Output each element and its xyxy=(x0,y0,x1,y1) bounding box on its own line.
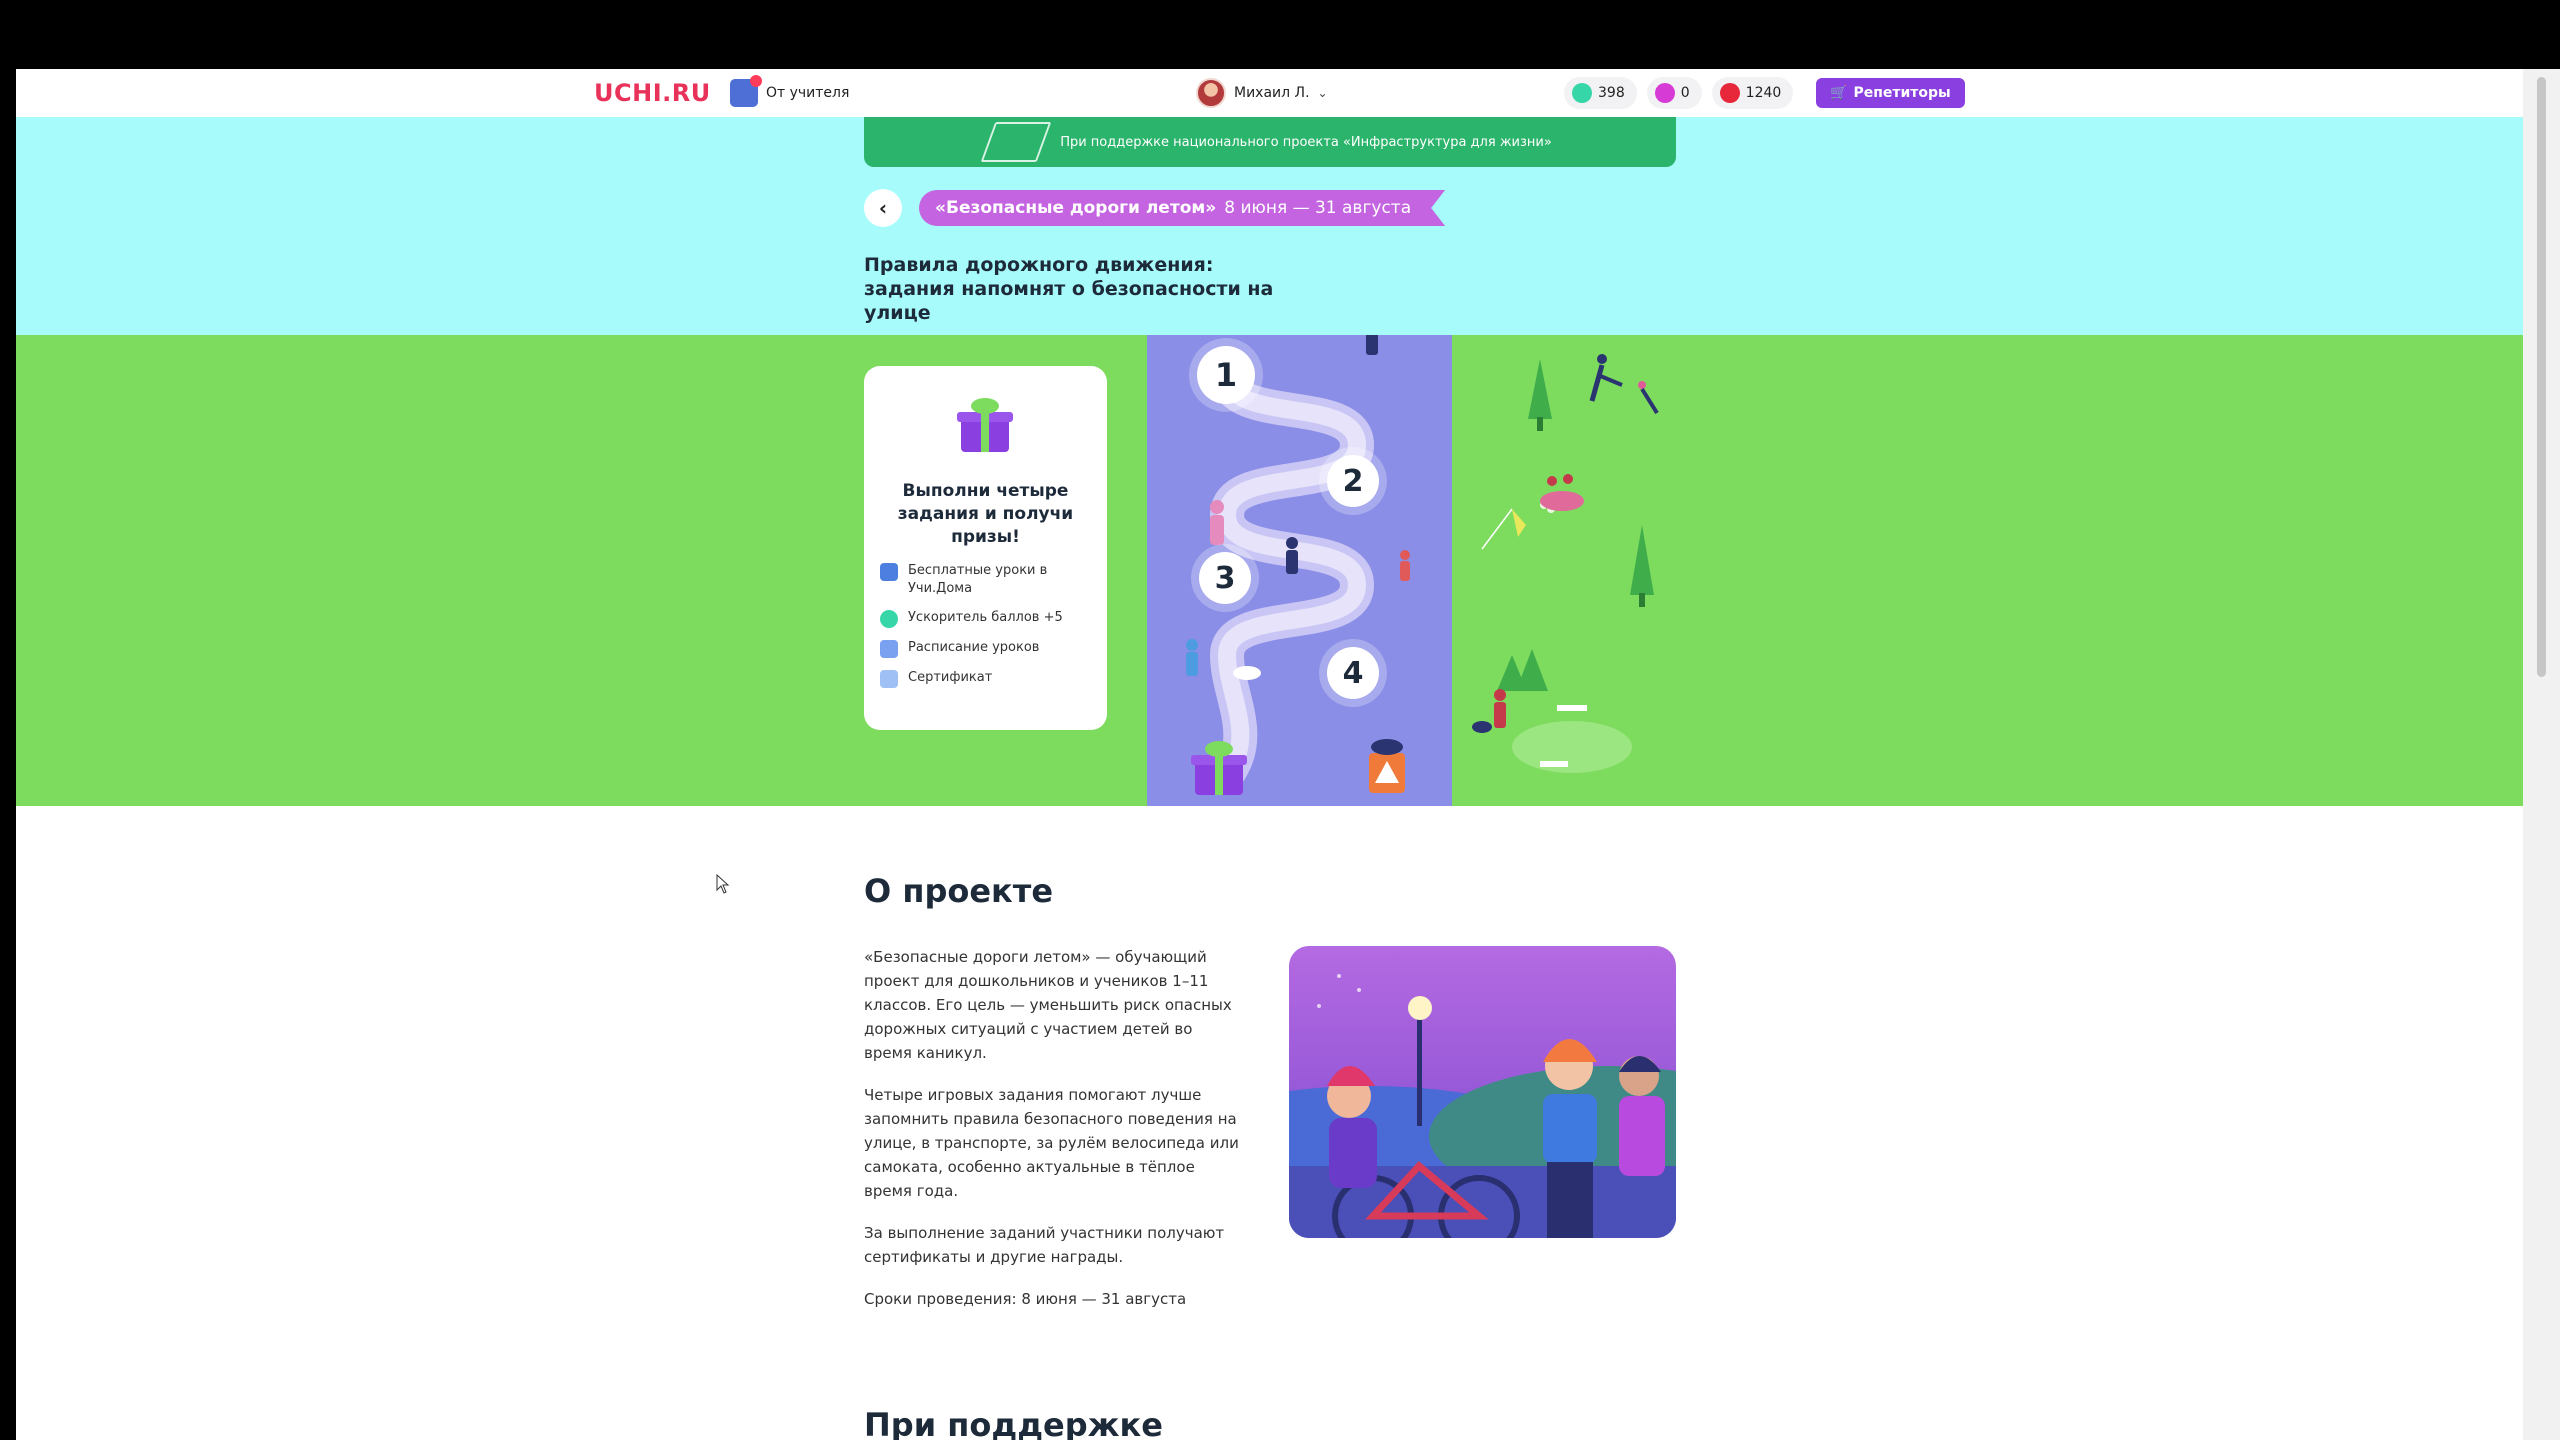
stat-green[interactable]: 398 xyxy=(1564,77,1637,109)
chevron-down-icon: ⌄ xyxy=(1317,86,1328,100)
kids-with-bike-illustration xyxy=(1289,974,1676,1238)
hero-title: Правила дорожного движения: задания напо… xyxy=(864,254,1274,324)
ribbon-dates: 8 июня — 31 августа xyxy=(1224,198,1412,218)
support-banner-text: При поддержке национального проекта «Инф… xyxy=(1060,134,1552,150)
schedule-icon xyxy=(880,640,898,658)
step-3[interactable]: 3 xyxy=(1199,552,1251,604)
about-illustration xyxy=(1289,946,1676,1238)
prize-label: Сертификат xyxy=(908,670,993,685)
prize-label: Ускоритель баллов +5 xyxy=(908,610,1063,625)
support-section-title: При поддержке xyxy=(864,1406,1163,1440)
tutors-button[interactable]: 🛒 Репетиторы xyxy=(1816,78,1965,108)
park-scene xyxy=(1472,354,1659,773)
booster-icon xyxy=(880,610,898,628)
step-4[interactable]: 4 xyxy=(1327,647,1379,699)
stat-value: 0 xyxy=(1680,85,1690,101)
step-number: 1 xyxy=(1214,356,1238,394)
stats-bar: 398 0 1240 xyxy=(1564,77,1794,109)
about-paragraph: «Безопасные дороги летом» — обучающий пр… xyxy=(864,948,1232,1062)
chevron-left-icon: ‹ xyxy=(878,196,888,220)
about-text: «Безопасные дороги летом» — обучающий пр… xyxy=(864,945,1244,1329)
about-paragraph: Сроки проведения: 8 июня — 31 августа xyxy=(864,1290,1187,1308)
prize-item: Ускоритель баллов +5 xyxy=(880,609,1095,628)
step-2[interactable]: 2 xyxy=(1327,455,1379,507)
tutors-button-label: Репетиторы xyxy=(1853,85,1951,101)
about-title: О проекте xyxy=(864,872,1054,910)
prize-list: Бесплатные уроки в Учи.Дома Ускоритель б… xyxy=(880,562,1095,699)
user-menu[interactable]: Михаил Л. ⌄ xyxy=(1196,78,1328,108)
gift-icon xyxy=(957,396,1013,452)
prize-card-title: Выполни четыре задания и получи призы! xyxy=(897,481,1074,547)
prize-label: Бесплатные уроки в Учи.Дома xyxy=(908,563,1048,596)
prize-item: Сертификат xyxy=(880,669,1095,688)
road-map: 1 2 3 4 xyxy=(1147,335,1452,806)
teacher-link-label: От учителя xyxy=(766,85,850,101)
uchi-logo[interactable]: UCHI.RU xyxy=(594,79,711,107)
final-gift-icon[interactable] xyxy=(1191,739,1247,795)
top-header: UCHI.RU От учителя Михаил Л. ⌄ 398 0 124… xyxy=(16,69,2523,117)
mouse-cursor-icon xyxy=(716,874,730,894)
step-number: 3 xyxy=(1214,560,1236,596)
ribbon-title: «Безопасные дороги летом» xyxy=(935,198,1217,218)
step-number: 4 xyxy=(1342,655,1364,691)
lessons-icon xyxy=(880,563,898,581)
stat-pink[interactable]: 0 xyxy=(1646,77,1702,109)
teacher-link[interactable]: От учителя xyxy=(730,75,850,108)
about-paragraph: Четыре игровых задания помогают лучше за… xyxy=(864,1086,1239,1200)
certificate-icon xyxy=(880,670,898,688)
prize-card: Выполни четыре задания и получи призы! Б… xyxy=(864,366,1107,730)
project-ribbon: «Безопасные дороги летом» 8 июня — 31 ав… xyxy=(919,190,1445,226)
user-name: Михаил Л. xyxy=(1234,85,1310,101)
stat-value: 398 xyxy=(1598,85,1625,101)
step-number: 2 xyxy=(1342,463,1364,499)
flag-icon xyxy=(980,122,1052,162)
avatar xyxy=(1196,78,1226,108)
prize-label: Расписание уроков xyxy=(908,640,1040,655)
prize-item: Бесплатные уроки в Учи.Дома xyxy=(880,562,1095,598)
page-scrollbar[interactable] xyxy=(2523,69,2560,1440)
crystal-pink-icon xyxy=(1654,83,1675,103)
scrollbar-thumb[interactable] xyxy=(2537,77,2546,677)
crystal-red-icon xyxy=(1719,83,1740,103)
step-1[interactable]: 1 xyxy=(1197,346,1255,404)
stat-red[interactable]: 1240 xyxy=(1711,77,1794,109)
prize-item: Расписание уроков xyxy=(880,639,1095,658)
browser-viewport: UCHI.RU От учителя Михаил Л. ⌄ 398 0 124… xyxy=(16,69,2523,1440)
support-banner[interactable]: При поддержке национального проекта «Инф… xyxy=(864,117,1676,167)
teacher-notification-icon xyxy=(730,75,762,107)
stat-value: 1240 xyxy=(1745,85,1782,101)
crystal-green-icon xyxy=(1572,83,1592,103)
cart-icon: 🛒 xyxy=(1830,85,1848,101)
flowers-decoration xyxy=(926,809,1156,879)
back-button[interactable]: ‹ xyxy=(864,189,902,227)
about-paragraph: За выполнение заданий участники получают… xyxy=(864,1224,1225,1266)
winding-path xyxy=(1186,335,1410,793)
